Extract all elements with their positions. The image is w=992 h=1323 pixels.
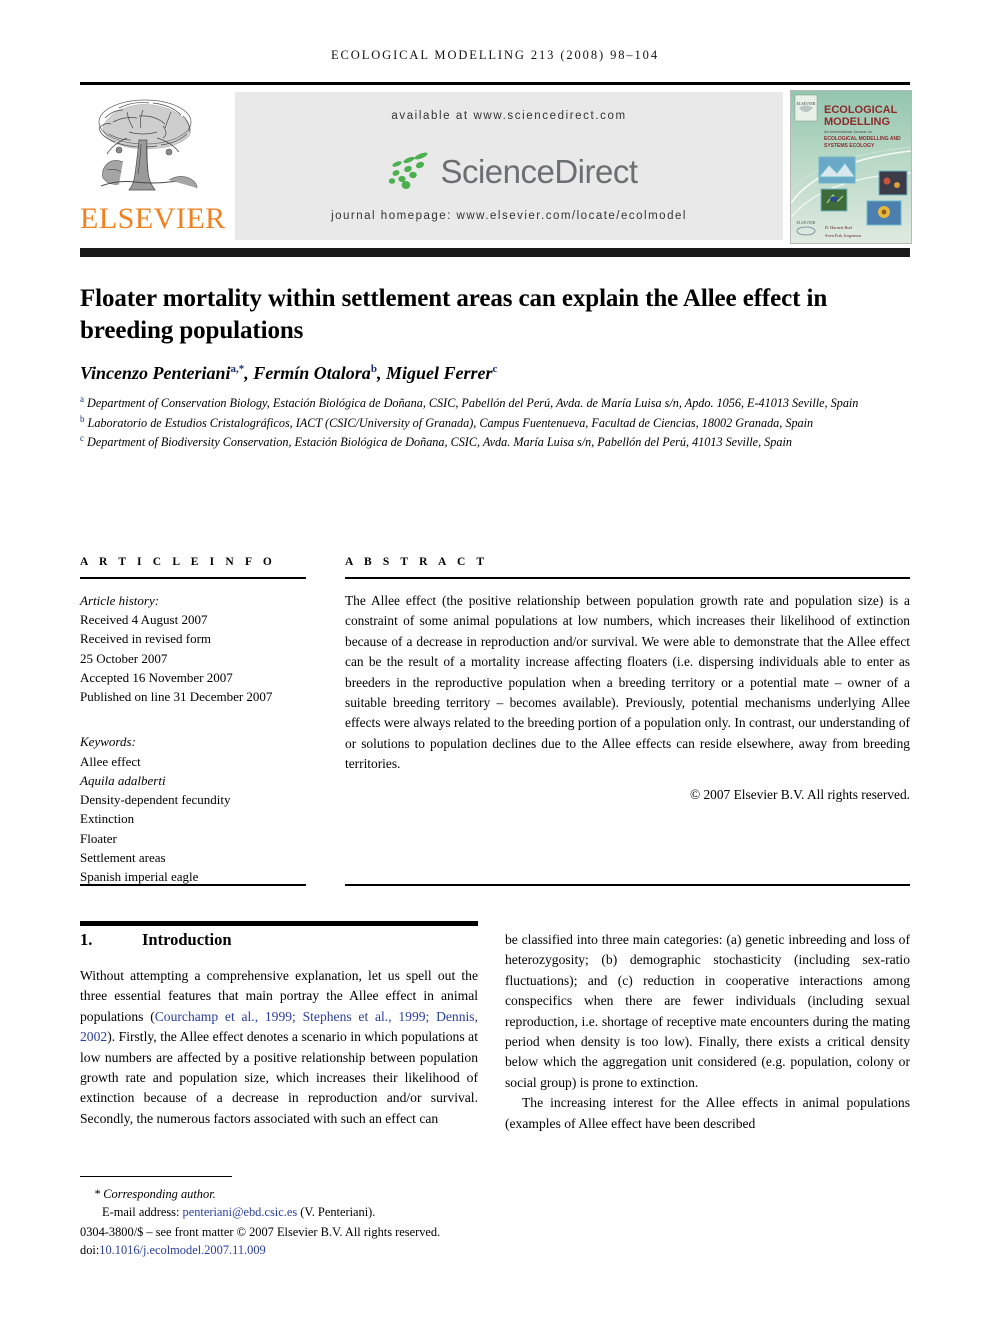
doi-line: doi:10.1016/j.ecolmodel.2007.11.009 [80,1242,500,1260]
running-head: ECOLOGICAL MODELLING 213 (2008) 98–104 [331,48,659,62]
section-title: Introduction [142,930,232,949]
elsevier-logo: ELSEVIER [80,92,226,240]
author-name: Miguel Ferrer [385,363,493,383]
email-suffix: (V. Penteriani). [300,1204,376,1219]
abstract-copyright: © 2007 Elsevier B.V. All rights reserved… [689,787,910,803]
masthead-top-rule [80,82,910,85]
affiliation-mark: a [80,394,84,404]
section-heading: 1. Introduction [80,930,478,950]
keyword-item: Density-dependent fecundity [80,792,231,808]
intro-paragraph-left: Without attempting a comprehensive expla… [80,966,478,1129]
sciencedirect-wordmark: ScienceDirect [440,153,638,190]
body-column-right: be classified into three main categories… [505,930,910,1134]
abstract-column: A B S T R A C T The Allee effect (the po… [345,556,910,803]
sciencedirect-logo[interactable]: ScienceDirect [235,144,783,200]
article-info-rule [80,577,306,579]
svg-text:ELSEVIER: ELSEVIER [797,101,816,106]
keyword-item: Floater [80,830,117,846]
email-label: E-mail address: [102,1204,180,1219]
article-info-column: A R T I C L E I N F O Article history: R… [80,556,306,886]
svg-text:An International Journal on: An International Journal on [824,129,872,134]
svg-text:SYSTEMS ECOLOGY: SYSTEMS ECOLOGY [824,143,875,149]
author-affil-mark: a,* [230,363,245,375]
journal-article-page: ECOLOGICAL MODELLING 213 (2008) 98–104 E… [0,0,992,1323]
paragraph-text-post: ). Firstly, the Allee effect denotes a s… [80,1029,478,1126]
abstract-bottom-rule [345,884,910,886]
article-history-item: Received in revised form [80,631,212,647]
elsevier-tree-icon [98,99,198,191]
email-link[interactable]: penteriani@ebd.csic.es [183,1205,298,1219]
svg-text:B. Harnett Burl: B. Harnett Burl [825,225,853,230]
section-number: 1. [80,930,93,949]
svg-text:ECOLOGICAL: ECOLOGICAL [824,104,898,116]
svg-text:ECOLOGICAL MODELLING AND: ECOLOGICAL MODELLING AND [824,136,901,142]
keyword-item: Extinction [80,811,135,827]
keyword-block: Keywords: Allee effect Aquila adalberti … [80,732,306,886]
article-history-title: Article history: [80,593,160,608]
affiliation-text: Department of Conservation Biology, Esta… [87,396,859,411]
affiliation-list: a Department of Conservation Biology, Es… [80,393,910,452]
keyword-item: Allee effect [80,753,141,769]
corresponding-author-note: * Corresponding author. [94,1187,216,1201]
issn-line: 0304-3800/$ – see front matter © 2007 El… [80,1224,441,1239]
footnote-rule [80,1176,232,1177]
affiliation-mark: b [80,413,85,424]
article-title: Floater mortality within settlement area… [80,284,828,344]
abstract-label: A B S T R A C T [345,556,489,568]
svg-text:Sven Erik Jorgensen: Sven Erik Jorgensen [825,233,862,238]
intro-paragraph-right-1: be classified into three main categories… [505,932,910,1090]
article-history-item: 25 October 2007 [80,650,168,666]
affiliation-item: a Department of Conservation Biology, Es… [80,393,910,413]
abstract-rule [345,577,910,579]
journal-cover-thumbnail: ELSEVIER ECOLOGICAL MODELLING An Interna… [790,90,912,244]
keyword-item: Aquila adalberti [80,772,166,788]
intro-paragraph-right-2: The increasing interest for the Allee ef… [505,1095,910,1131]
article-history-item: Accepted 16 November 2007 [80,669,233,685]
email-line: E-mail address: penteriani@ebd.csic.es (… [80,1204,500,1222]
sciencedirect-band: available at www.sciencedirect.com Scien… [235,92,783,240]
article-history-item: Received 4 August 2007 [80,612,208,628]
affiliation-mark: c [80,433,84,444]
svg-text:ELSEVIER: ELSEVIER [797,220,816,225]
elsevier-wordmark: ELSEVIER [80,202,226,235]
author-name: Vincenzo Penteriani [80,363,231,383]
masthead: ELSEVIER available at www.sciencedirect.… [80,82,912,244]
doi-label: doi: [80,1242,100,1257]
author-name: Fermín Otalora [253,363,371,383]
info-bottom-rule [80,884,306,886]
keywords-title: Keywords: [80,734,136,750]
affiliation-item: b Laboratorio de Estudios Cristalográfic… [80,413,910,433]
sciencedirect-swoosh-icon [380,150,436,194]
abstract-text: The Allee effect (the positive relations… [345,593,910,771]
masthead-black-bar [80,248,910,257]
footnote-block: * Corresponding author. E-mail address: … [80,1186,500,1260]
journal-homepage-link[interactable]: journal homepage: www.elsevier.com/locat… [235,210,783,222]
article-history-item: Published on line 31 December 2007 [80,689,273,705]
body-column-left: 1. Introduction Without attempting a com… [80,930,478,1129]
article-info-label: A R T I C L E I N F O [80,556,276,568]
section-divider-bar [80,921,478,926]
svg-text:MODELLING: MODELLING [824,116,890,128]
author-affil-mark: c [492,363,498,375]
affiliation-text: Laboratorio de Estudios Cristalográficos… [87,415,814,430]
doi-link[interactable]: 10.1016/j.ecolmodel.2007.11.009 [99,1243,265,1257]
author-list: Vincenzo Penteriania,*, Fermín Otalorab,… [80,363,498,383]
available-at-text: available at www.sciencedirect.com [391,110,627,122]
author-affil-mark: b [370,363,377,375]
affiliation-item: c Department of Biodiversity Conservatio… [80,432,910,452]
affiliation-text: Department of Biodiversity Conservation,… [87,435,792,450]
keyword-item: Settlement areas [80,849,166,865]
